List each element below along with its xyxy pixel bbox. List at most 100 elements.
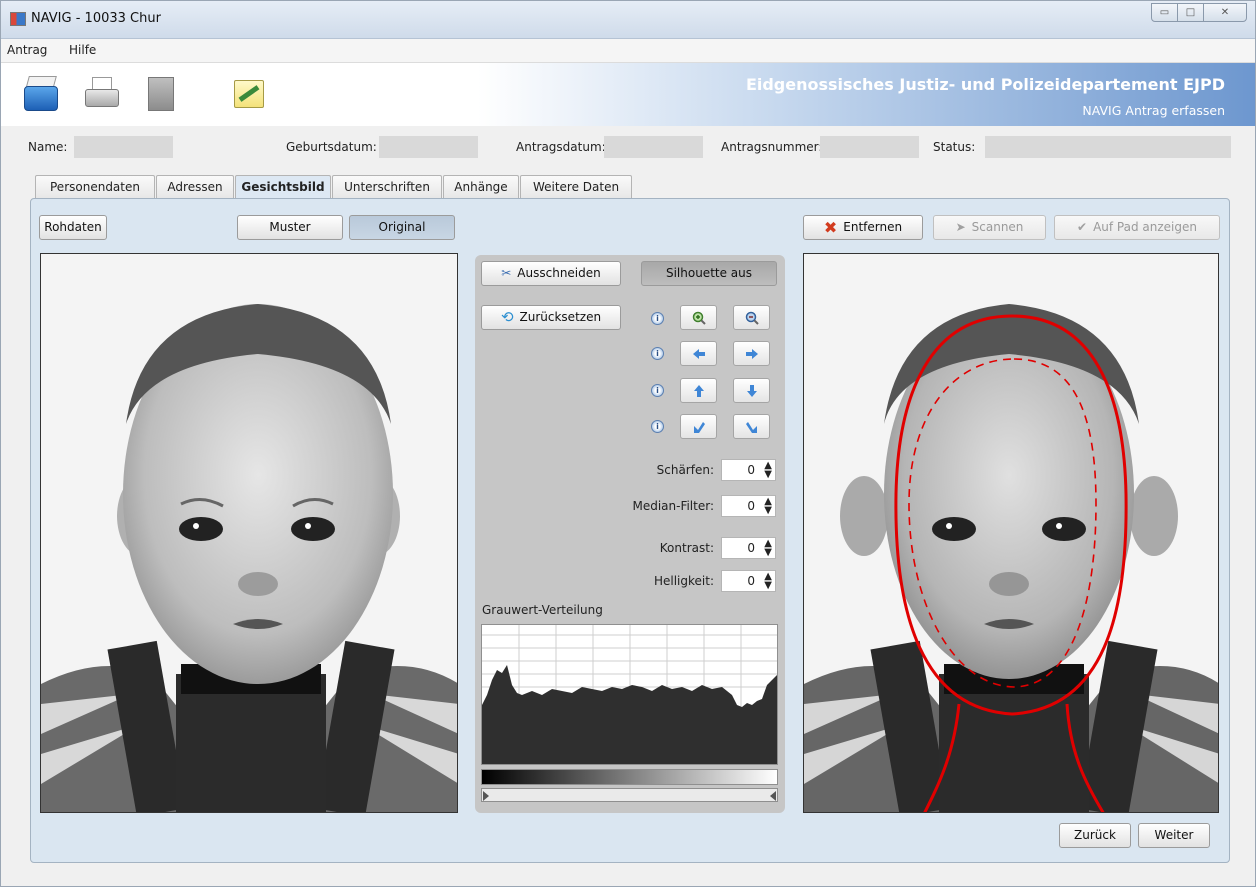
reset-icon: ⟲ (500, 308, 514, 326)
document-button[interactable] (141, 73, 181, 115)
weiter-button[interactable]: Weiter (1138, 823, 1210, 848)
menu-hilfe[interactable]: Hilfe (69, 43, 96, 57)
zoom-out-icon (745, 311, 759, 325)
title-bar: NAVIG - 10033 Chur ▭ □ ✕ (1, 1, 1255, 39)
tab-anhaenge[interactable]: Anhänge (443, 175, 519, 199)
zuruecksetzen-label: Zurücksetzen (519, 310, 602, 324)
maximize-button[interactable]: □ (1177, 3, 1204, 22)
zurueck-button[interactable]: Zurück (1059, 823, 1131, 848)
spinner-arrows-icon[interactable]: ▲ ▼ (764, 497, 772, 516)
arrow-left-icon (693, 349, 705, 359)
move-up-button[interactable] (680, 378, 717, 403)
info-icon[interactable]: i (651, 384, 664, 397)
checkmark-icon: ✔ (1077, 220, 1088, 234)
spinner-arrows-icon[interactable]: ▲ ▼ (764, 572, 772, 591)
grayscale-range-slider[interactable] (481, 788, 778, 802)
spinner-arrows-icon[interactable]: ▲ ▼ (764, 539, 772, 558)
baby-photo-right (804, 254, 1218, 812)
zoom-out-button[interactable] (733, 305, 770, 330)
name-field[interactable] (74, 136, 173, 158)
document-icon (148, 77, 174, 111)
auf-pad-label: Auf Pad anzeigen (1093, 220, 1197, 234)
grayscale-gradient-bar (481, 769, 778, 785)
tab-personendaten[interactable]: Personendaten (35, 175, 155, 199)
info-icon[interactable]: i (651, 312, 664, 325)
helligkeit-spinner[interactable]: 0 ▲ ▼ (721, 570, 776, 592)
grayscale-histogram (481, 624, 778, 765)
helligkeit-value: 0 (747, 574, 755, 588)
median-filter-value: 0 (747, 499, 755, 513)
remove-icon: ✖ (823, 218, 838, 237)
median-filter-label: Median-Filter: (632, 499, 714, 513)
histogram-chart (482, 625, 777, 764)
birthdate-label: Geburtsdatum: (286, 140, 377, 154)
tab-weitere-daten[interactable]: Weitere Daten (520, 175, 632, 199)
window-title: NAVIG - 10033 Chur (31, 11, 161, 26)
muster-button[interactable]: Muster (237, 215, 343, 240)
zuruecksetzen-button[interactable]: ⟲ Zurücksetzen (481, 305, 621, 330)
banner-subtitle: NAVIG Antrag erfassen (1082, 103, 1225, 118)
close-button[interactable]: ✕ (1203, 3, 1247, 22)
silhouette-toggle[interactable]: Silhouette aus (641, 261, 777, 286)
entfernen-label: Entfernen (843, 220, 903, 234)
move-down-button[interactable] (733, 378, 770, 403)
move-left-button[interactable] (680, 341, 717, 366)
schaerfen-value: 0 (747, 463, 755, 477)
zoom-in-button[interactable] (680, 305, 717, 330)
minimize-button[interactable]: ▭ (1151, 3, 1178, 22)
toolbar: Eidgenossisches Justiz- und Polizeidepar… (1, 63, 1255, 126)
application-number-field[interactable] (820, 136, 919, 158)
application-date-field[interactable] (604, 136, 703, 158)
rotate-right-button[interactable] (733, 414, 770, 439)
app-window: NAVIG - 10033 Chur ▭ □ ✕ Antrag Hilfe Ei… (0, 0, 1256, 887)
print-button[interactable] (82, 73, 122, 115)
scissors-icon: ✂ (501, 266, 512, 280)
schaerfen-label: Schärfen: (656, 463, 714, 477)
kontrast-label: Kontrast: (659, 541, 714, 555)
scannen-button[interactable]: ➤ Scannen (933, 215, 1046, 240)
rotate-left-icon (694, 422, 705, 433)
arrow-up-icon (694, 385, 704, 397)
processed-photo (803, 253, 1219, 813)
tab-gesichtsbild[interactable]: Gesichtsbild (235, 175, 331, 200)
kontrast-spinner[interactable]: 0 ▲ ▼ (721, 537, 776, 559)
baby-photo-left (41, 254, 457, 812)
entfernen-button[interactable]: ✖ Entfernen (803, 215, 923, 240)
original-button[interactable]: Original (349, 215, 455, 240)
tab-unterschriften[interactable]: Unterschriften (332, 175, 442, 199)
new-application-button[interactable] (21, 73, 61, 115)
birthdate-field[interactable] (379, 136, 478, 158)
arrow-down-icon (747, 385, 757, 397)
name-label: Name: (28, 140, 68, 154)
ausschneiden-button[interactable]: ✂ Ausschneiden (481, 261, 621, 286)
application-info-row: Name: Geburtsdatum: Antragsdatum: Antrag… (1, 126, 1255, 170)
schaerfen-spinner[interactable]: 0 ▲ ▼ (721, 459, 776, 481)
auf-pad-anzeigen-button[interactable]: ✔ Auf Pad anzeigen (1054, 215, 1220, 240)
edit-notes-button[interactable] (229, 73, 269, 115)
slider-right-handle[interactable] (770, 791, 776, 801)
scan-arrow-icon: ➤ (955, 220, 966, 234)
app-icon (10, 12, 26, 26)
menu-antrag[interactable]: Antrag (7, 43, 47, 57)
info-icon[interactable]: i (651, 347, 664, 360)
application-date-label: Antragsdatum: (516, 140, 606, 154)
slider-left-handle[interactable] (483, 791, 489, 801)
ausschneiden-label: Ausschneiden (517, 266, 601, 280)
status-label: Status: (933, 140, 976, 154)
move-right-button[interactable] (733, 341, 770, 366)
tab-adressen[interactable]: Adressen (156, 175, 234, 199)
median-filter-spinner[interactable]: 0 ▲ ▼ (721, 495, 776, 517)
zoom-in-icon (692, 311, 706, 325)
banner-title: Eidgenossisches Justiz- und Polizeidepar… (745, 75, 1225, 94)
window-controls: ▭ □ ✕ (1151, 3, 1247, 22)
rotate-right-icon (746, 422, 757, 433)
menu-bar: Antrag Hilfe (1, 39, 1255, 63)
original-photo (40, 253, 458, 813)
rohdaten-button[interactable]: Rohdaten (39, 215, 107, 240)
info-icon[interactable]: i (651, 420, 664, 433)
arrow-right-icon (746, 349, 758, 359)
status-field[interactable] (985, 136, 1231, 158)
rotate-left-button[interactable] (680, 414, 717, 439)
helligkeit-label: Helligkeit: (653, 574, 714, 588)
spinner-arrows-icon[interactable]: ▲ ▼ (764, 461, 772, 480)
